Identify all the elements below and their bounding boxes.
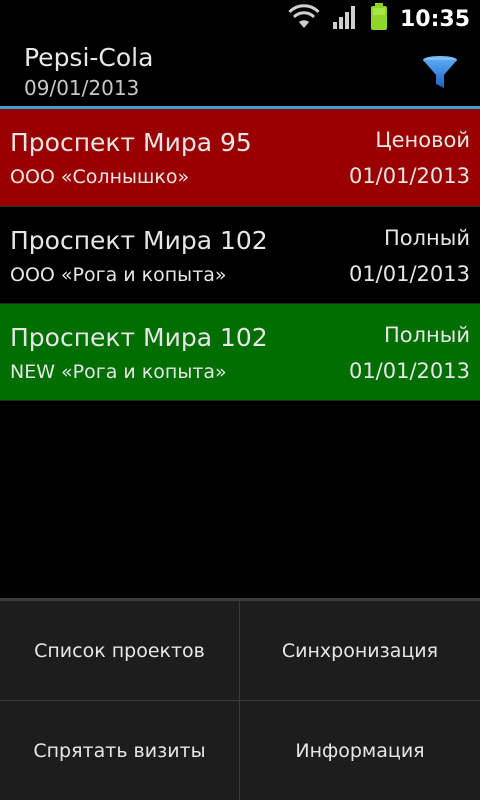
visit-company: ООО «Солнышко» [10, 166, 190, 188]
visit-type: Полный [383, 226, 470, 250]
visit-date: 01/01/2013 [348, 262, 470, 286]
signal-icon [332, 4, 358, 34]
visit-type: Полный [383, 323, 470, 347]
visit-address: Проспект Мира 102 [10, 323, 268, 352]
options-menu-grid: Список проектов Синхронизация Спрятать в… [0, 601, 480, 800]
list-item[interactable]: Проспект Мира 102 NEW «Рога и копыта» По… [0, 304, 480, 401]
filter-button[interactable] [420, 54, 460, 94]
visit-address: Проспект Мира 102 [10, 226, 268, 255]
visit-company: ООО «Рога и копыта» [10, 264, 227, 286]
visit-date: 01/01/2013 [348, 359, 470, 383]
filter-icon [423, 56, 457, 88]
menu-item-hide-visits[interactable]: Спрятать визиты [0, 701, 240, 800]
visit-date: 01/01/2013 [348, 164, 470, 188]
menu-item-info[interactable]: Информация [240, 701, 480, 800]
screen: 10:35 Pepsi-Cola 09/01/2013 Проспект Мир… [0, 0, 480, 800]
visit-company: NEW «Рога и копыта» [10, 361, 227, 383]
visit-list: Проспект Мира 95 ООО «Солнышко» Ценовой … [0, 109, 480, 401]
options-menu: Список проектов Синхронизация Спрятать в… [0, 598, 480, 800]
battery-icon [370, 3, 388, 35]
visit-address: Проспект Мира 95 [10, 128, 252, 157]
list-item[interactable]: Проспект Мира 95 ООО «Солнышко» Ценовой … [0, 109, 480, 207]
status-icons: 10:35 [288, 0, 470, 38]
status-time: 10:35 [399, 6, 470, 32]
menu-item-sync[interactable]: Синхронизация [240, 601, 480, 701]
page-title: Pepsi-Cola [24, 43, 154, 72]
menu-item-projects-list[interactable]: Список проектов [0, 601, 240, 701]
wifi-icon [288, 4, 320, 34]
visit-type: Ценовой [375, 128, 470, 152]
action-bar: Pepsi-Cola 09/01/2013 [0, 38, 480, 106]
page-subtitle-date: 09/01/2013 [24, 76, 140, 100]
status-bar: 10:35 [0, 0, 480, 38]
list-item[interactable]: Проспект Мира 102 ООО «Рога и копыта» По… [0, 207, 480, 304]
